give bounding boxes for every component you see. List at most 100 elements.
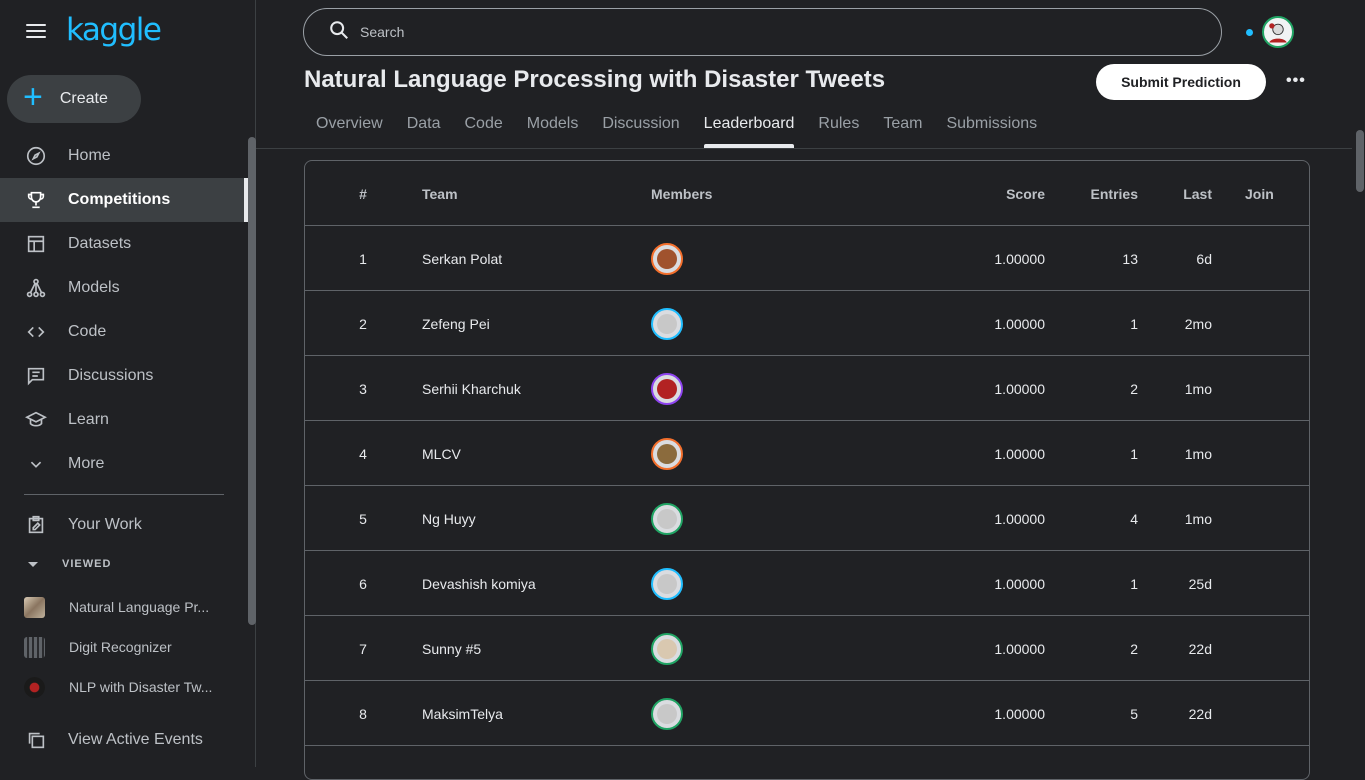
header-rank[interactable]: # [345, 161, 381, 226]
rank-cell: 7 [359, 640, 367, 657]
edit-document-icon [24, 513, 48, 537]
team-name-cell[interactable]: Serhii Kharchuk [422, 356, 642, 421]
score-cell: 1.00000 [994, 705, 1045, 722]
competition-tabs: Overview Data Code Models Discussion Lea… [304, 108, 1049, 148]
last-cell: 1mo [1184, 445, 1212, 462]
search-bar[interactable] [303, 8, 1222, 56]
team-name-cell[interactable]: Ng Huyy [422, 486, 642, 551]
tab-code[interactable]: Code [452, 108, 514, 148]
competition-thumbnail [24, 636, 45, 658]
members-cell [651, 616, 851, 681]
viewed-header[interactable]: VIEWED [28, 558, 111, 570]
avatar [24, 676, 45, 698]
sidebar: kaggle + Create Home Competitions Datase… [0, 0, 256, 767]
header-team[interactable]: Team [422, 161, 642, 226]
tab-data[interactable]: Data [395, 108, 453, 148]
sidebar-item-learn[interactable]: Learn [0, 398, 248, 442]
entries-cell: 1 [1130, 445, 1138, 462]
user-avatar[interactable] [1262, 16, 1294, 48]
tab-models[interactable]: Models [515, 108, 591, 148]
header-score[interactable]: Score [945, 161, 1045, 226]
member-avatar-image [657, 573, 677, 594]
sidebar-item-discussions[interactable]: Discussions [0, 354, 248, 398]
search-input[interactable] [360, 24, 1160, 40]
sidebar-item-label: Competitions [68, 191, 171, 208]
tabs-divider [256, 148, 1352, 149]
member-avatar-image [657, 638, 677, 659]
sidebar-item-datasets[interactable]: Datasets [0, 222, 248, 266]
sidebar-item-label: Code [68, 323, 107, 340]
team-name-cell[interactable]: MLCV [422, 421, 642, 486]
sidebar-scrollbar[interactable] [248, 137, 256, 625]
viewed-item[interactable]: Digit Recognizer [24, 627, 212, 667]
tab-leaderboard[interactable]: Leaderboard [692, 108, 807, 148]
sidebar-item-your-work[interactable]: Your Work [0, 503, 248, 547]
kaggle-logo[interactable]: kaggle [66, 12, 162, 48]
viewed-item-label: NLP with Disaster Tw... [69, 679, 213, 695]
member-avatar[interactable] [651, 372, 683, 405]
sidebar-item-competitions[interactable]: Competitions [0, 178, 248, 222]
entries-cell: 13 [1122, 250, 1138, 267]
member-avatar-image [657, 313, 677, 334]
member-avatar[interactable] [651, 502, 683, 535]
score-cell: 1.00000 [994, 640, 1045, 657]
team-name-cell[interactable]: Sunny #5 [422, 616, 642, 681]
member-avatar[interactable] [651, 632, 683, 665]
header-entries[interactable]: Entries [1065, 161, 1138, 226]
sidebar-item-label: Home [68, 147, 111, 164]
compass-icon [24, 144, 48, 168]
score-cell: 1.00000 [994, 445, 1045, 462]
last-cell: 2mo [1184, 315, 1212, 332]
tab-rules[interactable]: Rules [806, 108, 871, 148]
member-avatar[interactable] [651, 567, 683, 600]
submit-prediction-button[interactable]: Submit Prediction [1096, 64, 1266, 100]
page-title: Natural Language Processing with Disaste… [304, 66, 886, 93]
score-cell: 1.00000 [994, 575, 1045, 592]
score-cell: 1.00000 [994, 250, 1045, 267]
table-row: 1 Serkan Polat 1.00000 13 6d [305, 226, 1309, 291]
sidebar-item-models[interactable]: Models [0, 266, 248, 310]
header-members: Members [651, 185, 713, 202]
last-cell: 25d [1188, 575, 1212, 592]
viewed-item[interactable]: NLP with Disaster Tw... [24, 667, 212, 707]
page-scrollbar[interactable] [1356, 130, 1364, 192]
sidebar-item-home[interactable]: Home [0, 134, 248, 178]
table-row: 5 Ng Huyy 1.00000 4 1mo [305, 486, 1309, 551]
sidebar-item-label: Models [68, 279, 120, 296]
sidebar-item-code[interactable]: Code [0, 310, 248, 354]
sidebar-item-label: Learn [68, 411, 109, 428]
create-button[interactable]: + Create [7, 75, 141, 123]
last-cell: 1mo [1184, 380, 1212, 397]
sidebar-divider [24, 494, 224, 495]
tab-team[interactable]: Team [871, 108, 934, 148]
table-row: 4 MLCV 1.00000 1 1mo [305, 421, 1309, 486]
member-avatar[interactable] [651, 437, 683, 470]
team-name-cell[interactable]: Zefeng Pei [422, 291, 642, 356]
view-active-events-button[interactable]: View Active Events [0, 718, 248, 762]
header-last[interactable]: Last [1145, 161, 1212, 226]
member-avatar[interactable] [651, 242, 683, 275]
rank-cell: 1 [359, 250, 367, 267]
sidebar-item-more[interactable]: More [0, 442, 248, 486]
table-row: 7 Sunny #5 1.00000 2 22d [305, 616, 1309, 681]
team-name-cell[interactable]: MaksimTelya [422, 681, 642, 746]
header-join: Join [1245, 185, 1274, 202]
tab-submissions[interactable]: Submissions [934, 108, 1049, 148]
viewed-list: Natural Language Pr... Digit Recognizer … [24, 587, 212, 707]
member-avatar[interactable] [651, 307, 683, 340]
notification-dot [1246, 29, 1253, 36]
chevron-down-icon [24, 452, 48, 476]
models-icon [24, 276, 48, 300]
table-header-row: # Team Members Score Entries Last Join [305, 161, 1309, 226]
view-active-events-label: View Active Events [68, 731, 203, 748]
menu-icon[interactable] [26, 24, 46, 40]
tab-overview[interactable]: Overview [304, 108, 395, 148]
viewed-item[interactable]: Natural Language Pr... [24, 587, 212, 627]
team-name-cell[interactable]: Devashish komiya [422, 551, 642, 616]
last-cell: 22d [1188, 640, 1212, 657]
member-avatar[interactable] [651, 697, 683, 730]
more-options-icon[interactable]: ••• [1286, 72, 1306, 90]
team-name-cell[interactable]: Serkan Polat [422, 226, 642, 291]
plus-icon: + [23, 78, 43, 116]
tab-discussion[interactable]: Discussion [590, 108, 691, 148]
